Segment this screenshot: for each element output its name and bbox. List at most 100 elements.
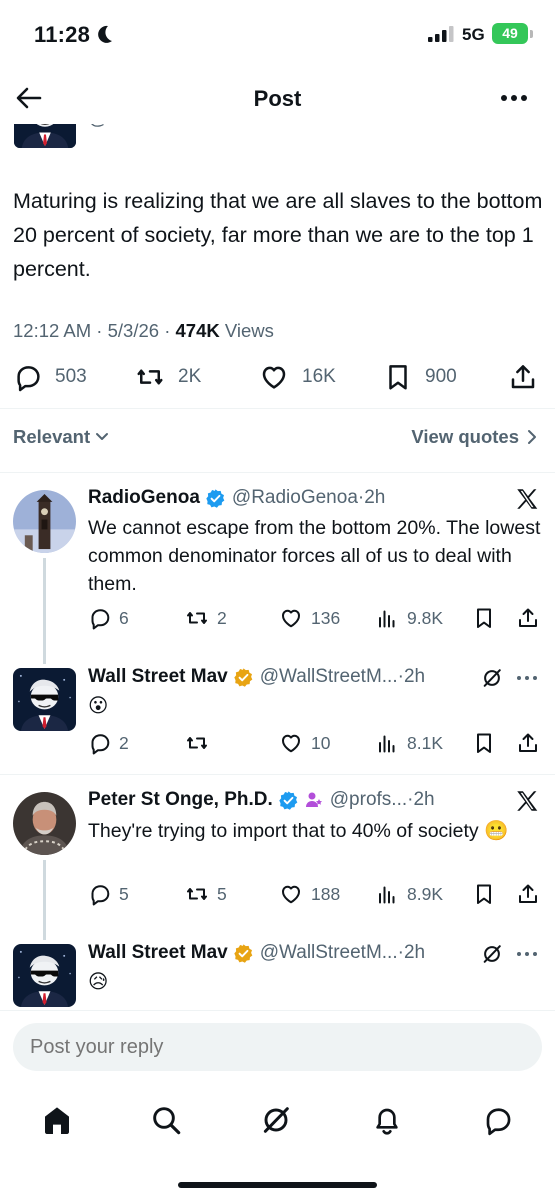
sort-label: Relevant [13,426,91,447]
repost-count: 2K [178,366,202,387]
bookmark-button[interactable] [472,882,496,906]
share-icon [516,731,540,755]
repost-count: 2 [217,607,227,628]
chevron-right-icon [528,430,536,444]
messages-icon[interactable] [482,1104,514,1136]
repost-stat[interactable]: 2K [134,362,201,392]
reply-author-name[interactable]: RadioGenoa [88,487,200,509]
post-text: Maturing is realizing that we are all sl… [13,189,543,281]
share-button[interactable] [516,882,540,906]
views-button[interactable]: 8.9K [376,882,443,906]
share-button[interactable] [516,606,540,630]
reply-icon [88,731,112,755]
page-title: Post [253,86,302,111]
reply-author-name[interactable]: Wall Street Mav [88,666,228,688]
repost-button[interactable] [184,731,210,755]
reply-input[interactable] [13,1023,542,1071]
repost-count: 5 [217,883,227,904]
reply-icon [88,606,112,630]
avatar[interactable] [13,490,76,553]
view-quotes-label: View quotes [411,426,519,447]
reply-author-handle[interactable]: @WallStreetM... [260,666,398,688]
home-icon[interactable] [41,1104,73,1136]
search-icon[interactable] [150,1104,182,1136]
reply-composer [0,1010,555,1086]
reply-header: RadioGenoa @RadioGenoa · 2h [88,487,386,509]
reply-author-name[interactable]: Wall Street Mav [88,942,228,964]
like-button[interactable]: 136 [278,606,340,630]
bookmark-button[interactable] [472,731,496,755]
bookmark-icon [472,606,496,630]
like-button[interactable]: 188 [278,882,340,906]
reply-item[interactable]: Wall Street Mav @WallStreetM... · 2h 😮 2… [0,664,555,774]
divider [0,408,555,409]
grok-icon[interactable] [260,1104,292,1136]
reply-time: 2h [364,487,386,508]
grok-icon[interactable] [481,667,503,689]
reply-author-handle[interactable]: @profs... [330,789,407,811]
reply-button[interactable]: 5 [88,882,129,906]
more-options-icon[interactable] [516,951,538,957]
views-count: 8.9K [407,883,443,904]
views-button[interactable]: 9.8K [376,606,443,630]
thread-line [43,860,46,940]
x-logo-icon[interactable] [514,788,540,814]
reply-author-handle[interactable]: @RadioGenoa [232,487,358,509]
sort-dropdown[interactable]: Relevant [13,426,109,448]
more-options-icon[interactable] [516,675,538,681]
home-indicator [178,1182,377,1188]
bookmark-icon [472,882,496,906]
more-options-icon[interactable] [500,94,528,102]
reply-actions: 6 2 136 9.8K [88,606,543,634]
reply-header: Peter St Onge, Ph.D. @profs... · 2h [88,789,435,811]
reply-item[interactable]: Wall Street Mav @WallStreetM... · 2h 😥 [0,940,555,1010]
reply-time: 2h [413,789,435,810]
reply-icon [13,362,43,392]
views-button[interactable]: 8.1K [376,731,443,755]
affiliate-badge-icon [305,792,322,807]
reply-author-handle[interactable]: @WallStreetM... [260,942,398,964]
avatar[interactable] [13,944,76,1007]
like-count: 10 [311,732,331,753]
heart-icon [278,731,304,755]
bookmark-icon [472,731,496,755]
repost-button[interactable]: 2 [184,606,227,630]
share-button[interactable] [516,731,540,755]
reply-item[interactable]: Peter St Onge, Ph.D. @profs... · 2h They… [0,774,555,940]
moon-icon [98,25,112,43]
reply-text: 😮 [88,695,109,717]
reply-count: 5 [119,883,129,904]
like-stat[interactable]: 16K [258,362,336,392]
reply-text: We cannot escape from the bottom 20%. Th… [88,517,541,595]
repost-icon [184,882,210,906]
bookmark-stat[interactable]: 900 [383,362,457,392]
like-count: 136 [311,607,341,628]
like-count: 16K [302,366,336,387]
bottom-tab-bar [0,1086,555,1200]
share-button[interactable] [508,362,538,392]
notifications-icon[interactable] [371,1104,403,1136]
top-nav: Post [0,72,555,124]
x-logo-icon[interactable] [514,486,540,512]
like-button[interactable]: 10 [278,731,330,755]
battery-tip [530,30,533,38]
heart-icon [278,606,304,630]
gold-verified-badge-icon [233,667,254,688]
reply-item[interactable]: RadioGenoa @RadioGenoa · 2h We cannot es… [0,472,555,664]
views-icon [376,882,400,906]
reply-button[interactable]: 2 [88,731,129,755]
reply-author-name[interactable]: Peter St Onge, Ph.D. [88,789,273,811]
post-date: 5/3/26 [107,320,160,341]
avatar[interactable] [13,792,76,855]
heart-icon [278,882,304,906]
bookmark-button[interactable] [472,606,496,630]
bookmark-count: 900 [425,366,457,387]
reply-button[interactable]: 6 [88,606,129,630]
reply-stat[interactable]: 503 [13,362,87,392]
views-count: 9.8K [407,607,443,628]
avatar[interactable] [13,668,76,731]
grok-icon[interactable] [481,943,503,965]
reply-text: 😥 [88,971,109,993]
view-quotes-link[interactable]: View quotes [411,426,537,448]
repost-button[interactable]: 5 [184,882,227,906]
